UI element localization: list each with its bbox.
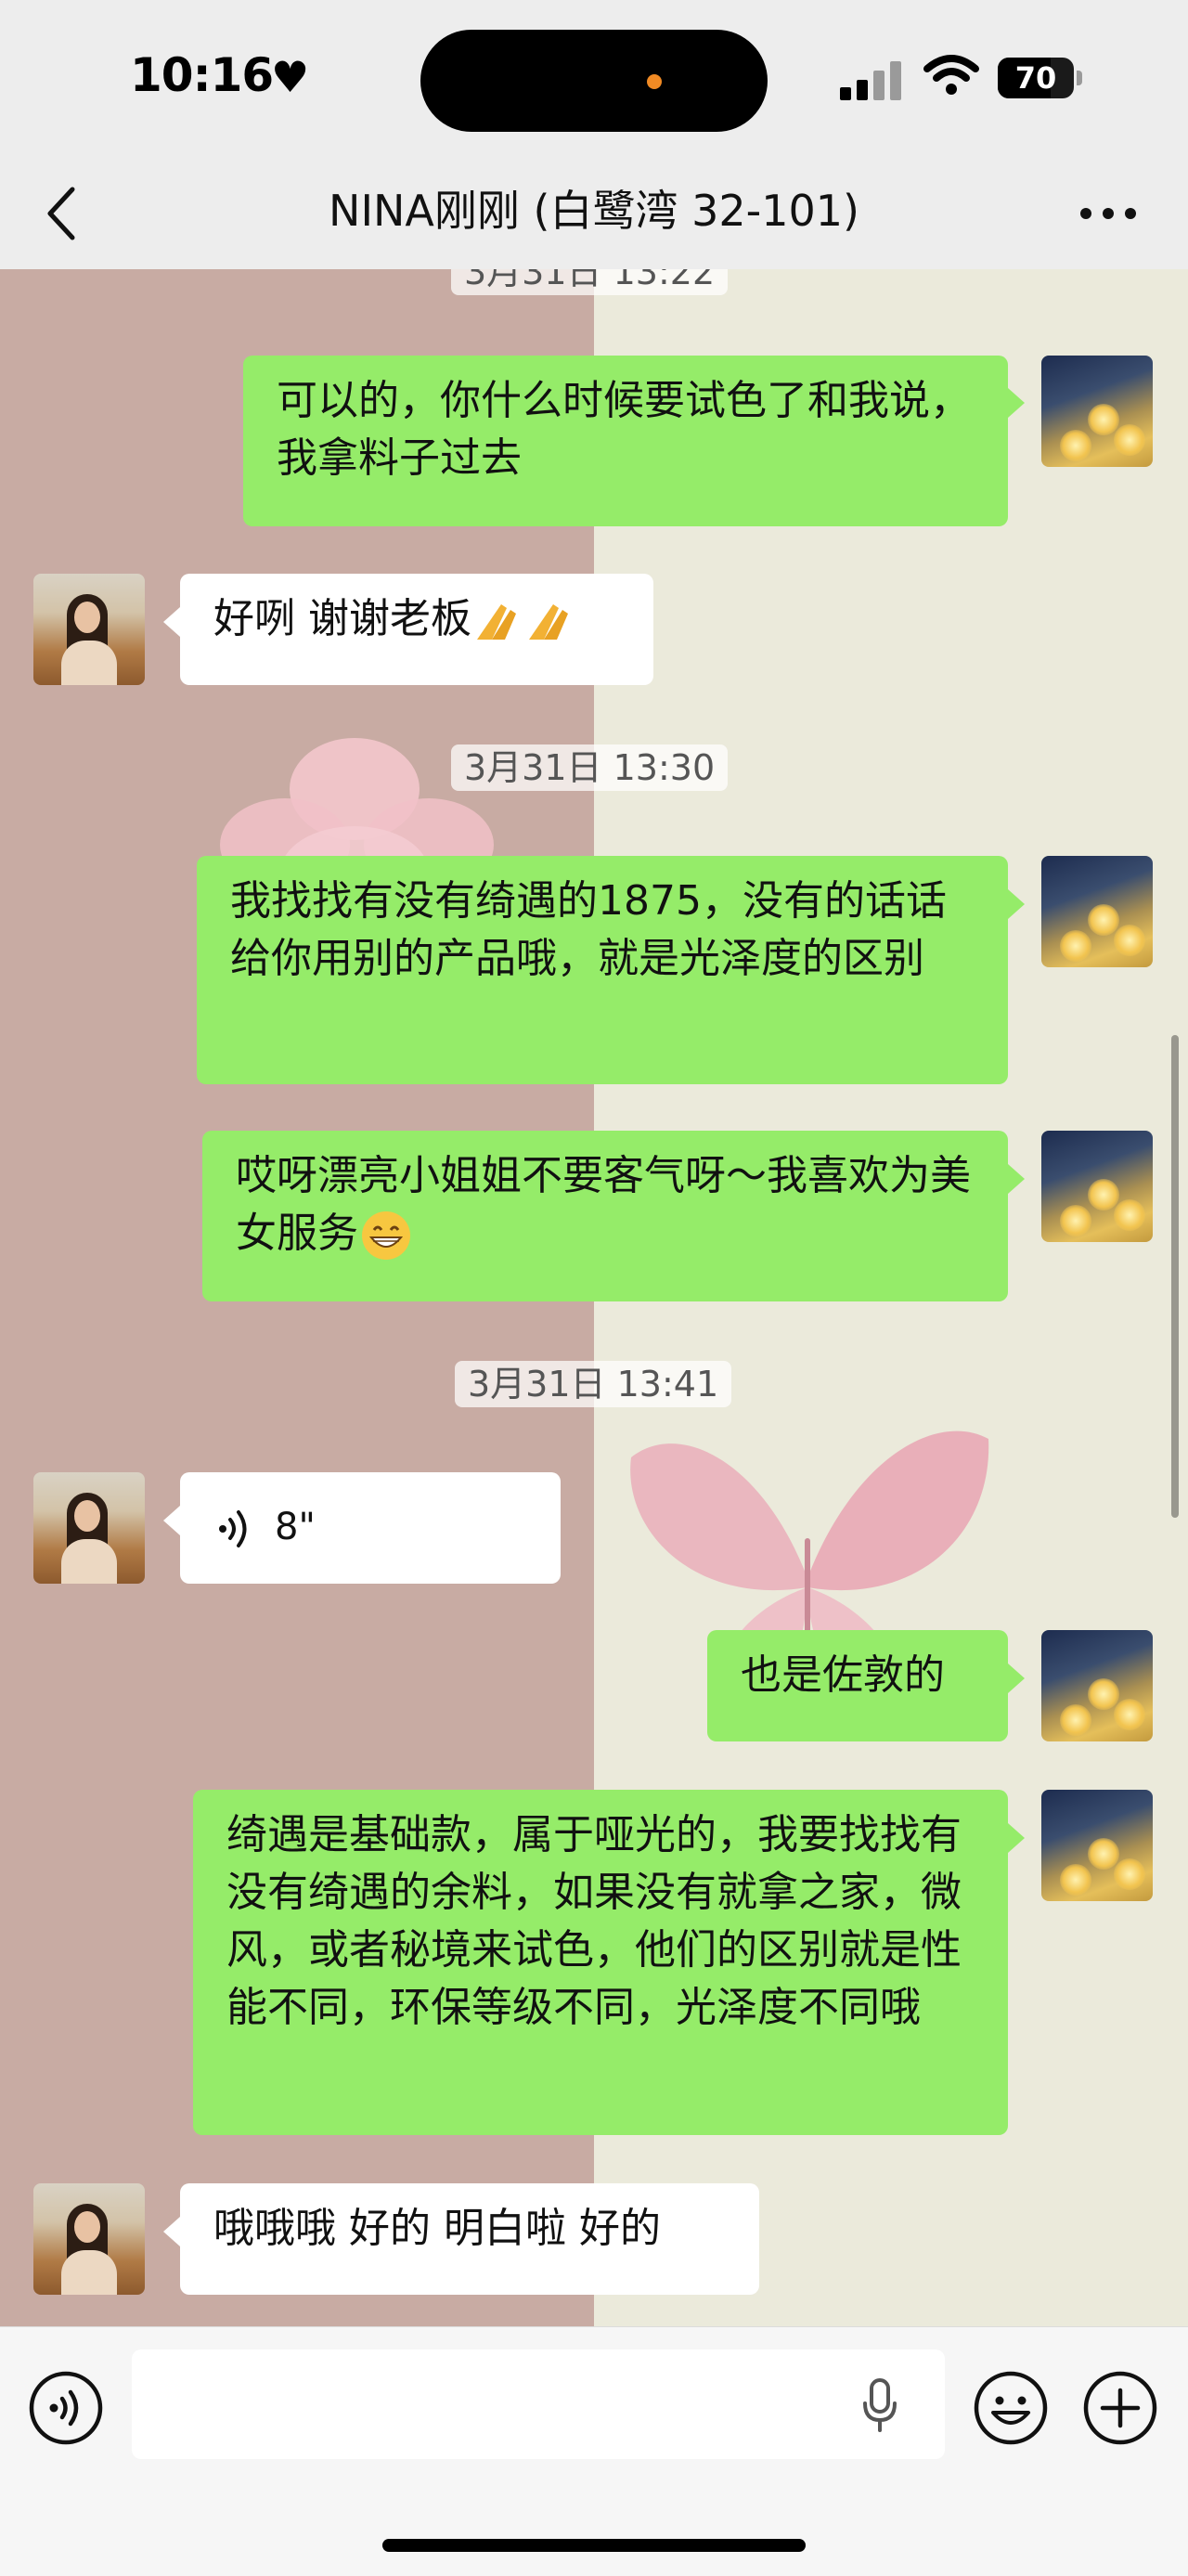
- message-text: 哦哦哦 好的 明白啦 好的: [213, 2205, 661, 2252]
- message-text: 我找找有没有绮遇的1875，没有的话话给你用别的产品哦，就是光泽度的区别: [230, 877, 947, 982]
- back-chevron-icon[interactable]: [43, 184, 80, 243]
- message-bubble-self[interactable]: 哎呀漂亮小姐姐不要客气呀～我喜欢为美女服务: [202, 1131, 1008, 1301]
- message-text: 哎呀漂亮小姐姐不要客气呀～我喜欢为美女服务: [236, 1152, 971, 1257]
- privacy-indicator-dot: [647, 74, 662, 89]
- self-avatar[interactable]: [1041, 856, 1153, 967]
- timestamp: 3月31日 13:30: [451, 744, 729, 791]
- emoji-icon[interactable]: [973, 2370, 1049, 2446]
- message-text: 也是佐敦的: [741, 1651, 945, 1699]
- chat-title: NINA刚刚 (白鹭湾 32-101): [329, 186, 859, 236]
- scrollbar[interactable]: [1171, 1035, 1179, 1518]
- message-text: 可以的，你什么时候要试色了和我说，我拿料子过去: [277, 377, 971, 482]
- chat-area[interactable]: 3月31日 13:22 可以的，你什么时候要试色了和我说，我拿料子过去 好咧 谢…: [0, 269, 1188, 2326]
- self-avatar[interactable]: [1041, 1790, 1153, 1901]
- plus-icon[interactable]: [1082, 2370, 1158, 2446]
- microphone-icon[interactable]: [861, 2377, 898, 2433]
- message-text: 好咧 谢谢老板: [213, 595, 471, 642]
- voice-duration: 8": [275, 1506, 316, 1548]
- bubble-tail: [163, 1506, 180, 1535]
- message-text: 绮遇是基础款，属于哑光的，我要找找有没有绮遇的余料，如果没有就拿之家，微风，或者…: [226, 1811, 962, 2031]
- input-bar: [0, 2326, 1188, 2576]
- wifi-icon: [923, 55, 979, 95]
- status-time: 10:16: [130, 48, 274, 102]
- contact-avatar[interactable]: [33, 574, 145, 685]
- battery-cap: [1077, 71, 1082, 85]
- voice-input-icon[interactable]: [28, 2370, 104, 2446]
- voice-wave-icon: [219, 1510, 247, 1547]
- heart-icon: ♥: [271, 52, 310, 102]
- grinning-face-icon: [362, 1211, 410, 1260]
- bubble-tail: [1008, 889, 1025, 919]
- self-avatar[interactable]: [1041, 356, 1153, 467]
- contact-avatar[interactable]: [33, 1472, 145, 1584]
- message-bubble-contact[interactable]: 哦哦哦 好的 明白啦 好的: [180, 2183, 759, 2295]
- status-bar: 10:16 ♥ 70: [0, 0, 1188, 158]
- message-input[interactable]: [132, 2349, 945, 2459]
- home-indicator[interactable]: [382, 2539, 806, 2552]
- bubble-tail: [163, 2217, 180, 2246]
- bubble-tail: [1008, 388, 1025, 418]
- folded-hands-icon: [477, 604, 568, 640]
- bubble-tail: [1008, 1663, 1025, 1693]
- message-bubble-self[interactable]: 可以的，你什么时候要试色了和我说，我拿料子过去: [243, 356, 1008, 526]
- timestamp: 3月31日 13:22: [451, 269, 729, 295]
- bubble-tail: [1008, 1164, 1025, 1194]
- bubble-tail: [1008, 1823, 1025, 1853]
- message-bubble-contact[interactable]: 好咧 谢谢老板: [180, 574, 653, 685]
- chat-header: NINA刚刚 (白鹭湾 32-101): [0, 158, 1188, 269]
- more-options-icon[interactable]: [1080, 202, 1140, 225]
- timestamp: 3月31日 13:41: [455, 1361, 732, 1407]
- self-avatar[interactable]: [1041, 1131, 1153, 1242]
- cellular-signal-icon: [840, 61, 903, 100]
- self-avatar[interactable]: [1041, 1630, 1153, 1741]
- message-bubble-self[interactable]: 我找找有没有绮遇的1875，没有的话话给你用别的产品哦，就是光泽度的区别: [197, 856, 1008, 1084]
- message-bubble-self[interactable]: 绮遇是基础款，属于哑光的，我要找找有没有绮遇的余料，如果没有就拿之家，微风，或者…: [193, 1790, 1008, 2135]
- battery-level: 70: [1014, 60, 1057, 96]
- bubble-tail: [163, 607, 180, 637]
- voice-message-bubble[interactable]: 8": [180, 1472, 561, 1584]
- dynamic-island: [420, 30, 768, 132]
- message-bubble-self[interactable]: 也是佐敦的: [707, 1630, 1008, 1741]
- contact-avatar[interactable]: [33, 2183, 145, 2295]
